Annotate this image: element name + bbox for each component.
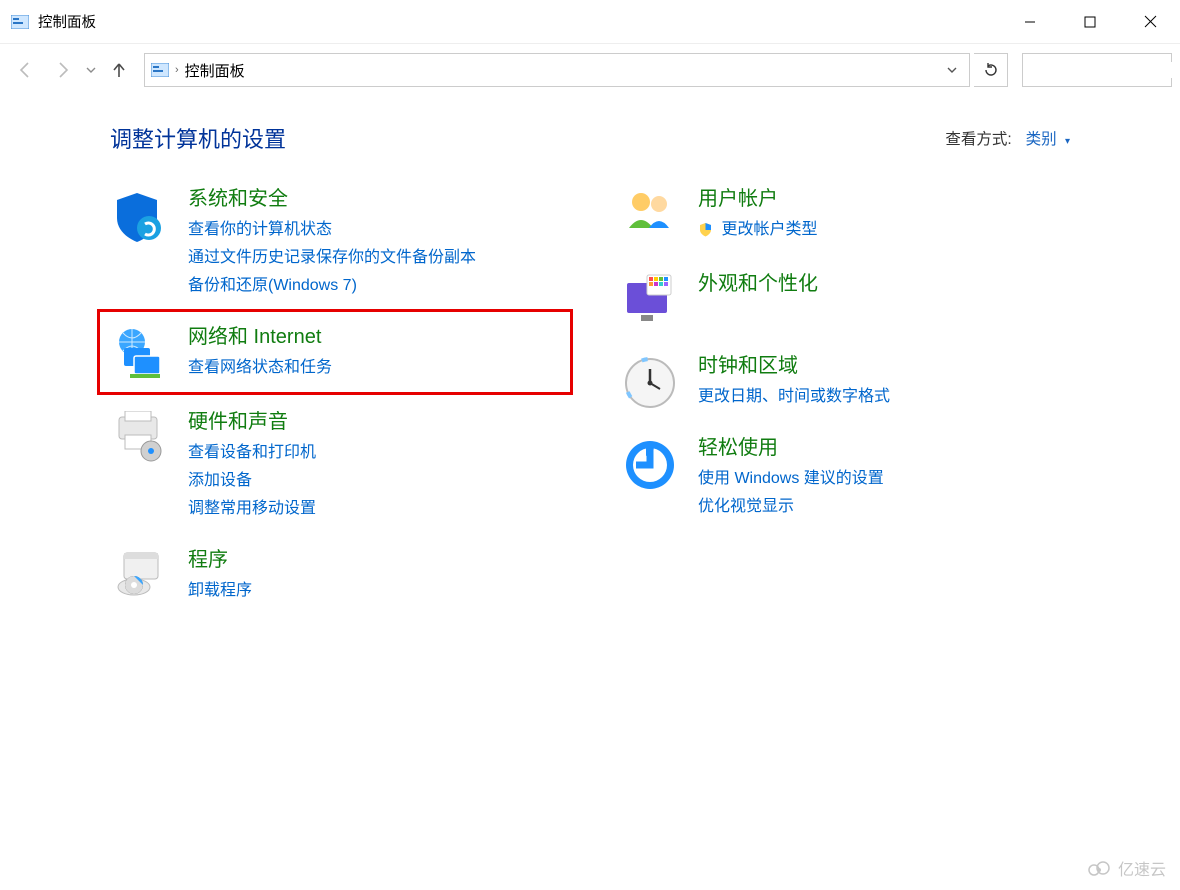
category-title[interactable]: 轻松使用 [698, 435, 1072, 461]
category-programs[interactable]: 程序 卸载程序 [100, 535, 570, 617]
category-title[interactable]: 程序 [188, 547, 562, 573]
categories: 系统和安全 查看你的计算机状态 通过文件历史记录保存你的文件备份副本 备份和还原… [0, 174, 1180, 617]
location-icon [151, 62, 169, 78]
category-link[interactable]: 添加设备 [188, 467, 562, 495]
address-dropdown-button[interactable] [941, 62, 963, 78]
category-link[interactable]: 通过文件历史记录保存你的文件备份副本 [188, 244, 562, 272]
appearance-icon [618, 269, 682, 329]
ease-of-access-icon [618, 433, 682, 493]
category-title[interactable]: 用户帐户 [698, 186, 1072, 212]
category-link[interactable]: 使用 Windows 建议的设置 [698, 465, 1072, 493]
refresh-button[interactable] [974, 53, 1008, 87]
category-system-security[interactable]: 系统和安全 查看你的计算机状态 通过文件历史记录保存你的文件备份副本 备份和还原… [100, 174, 570, 312]
breadcrumb-separator-icon: › [175, 64, 179, 76]
category-clock-region[interactable]: 时钟和区域 更改日期、时间或数字格式 [610, 341, 1080, 423]
category-appearance[interactable]: 外观和个性化 [610, 259, 1080, 341]
category-link[interactable]: 查看网络状态和任务 [188, 354, 562, 382]
page-title: 调整计算机的设置 [110, 122, 286, 154]
category-ease-of-access[interactable]: 轻松使用 使用 Windows 建议的设置 优化视觉显示 [610, 423, 1080, 533]
viewby-selector[interactable]: 类别 ▾ [1026, 127, 1070, 149]
category-link[interactable]: 优化视觉显示 [698, 493, 1072, 521]
category-title[interactable]: 时钟和区域 [698, 353, 1072, 379]
category-title[interactable]: 网络和 Internet [188, 324, 562, 350]
close-button[interactable] [1120, 0, 1180, 43]
chevron-down-icon: ▾ [1065, 136, 1070, 147]
window-title: 控制面板 [38, 11, 96, 32]
category-link[interactable]: 调整常用移动设置 [188, 495, 562, 523]
watermark-text: 亿速云 [1118, 856, 1166, 880]
breadcrumb-location[interactable]: 控制面板 [185, 60, 245, 81]
shield-icon [108, 184, 172, 244]
category-title[interactable]: 外观和个性化 [698, 271, 1072, 297]
category-hardware-sound[interactable]: 硬件和声音 查看设备和打印机 添加设备 调整常用移动设置 [100, 397, 570, 535]
search-input[interactable] [1031, 62, 1180, 78]
viewby-label: 查看方式: [945, 127, 1011, 149]
address-bar[interactable]: › 控制面板 [144, 53, 970, 87]
category-title[interactable]: 系统和安全 [188, 186, 562, 212]
viewby-value: 类别 [1026, 131, 1057, 148]
titlebar: 控制面板 [0, 0, 1180, 44]
users-icon [618, 184, 682, 244]
navigation-toolbar: › 控制面板 [0, 44, 1180, 96]
category-user-accounts[interactable]: 用户帐户 更改帐户类型 [610, 174, 1080, 259]
minimize-button[interactable] [1000, 0, 1060, 43]
categories-left-column: 系统和安全 查看你的计算机状态 通过文件历史记录保存你的文件备份副本 备份和还原… [100, 174, 570, 617]
category-link-text: 更改帐户类型 [721, 221, 817, 238]
recent-locations-button[interactable] [84, 65, 98, 75]
category-link[interactable]: 更改日期、时间或数字格式 [698, 383, 1072, 411]
watermark: 亿速云 [1088, 856, 1166, 880]
control-panel-icon [10, 14, 30, 30]
category-link[interactable]: 备份和还原(Windows 7) [188, 272, 562, 300]
uac-shield-icon [698, 224, 717, 241]
maximize-button[interactable] [1060, 0, 1120, 43]
forward-button[interactable] [46, 53, 80, 87]
category-link[interactable]: 更改帐户类型 [698, 216, 1072, 247]
categories-right-column: 用户帐户 更改帐户类型 [610, 174, 1080, 617]
category-link[interactable]: 查看设备和打印机 [188, 439, 562, 467]
window-controls [1000, 0, 1180, 43]
page-header: 调整计算机的设置 查看方式: 类别 ▾ [0, 96, 1180, 174]
search-box[interactable] [1022, 53, 1172, 87]
globe-network-icon [108, 322, 172, 382]
printer-icon [108, 407, 172, 467]
up-button[interactable] [102, 53, 136, 87]
category-link[interactable]: 查看你的计算机状态 [188, 216, 562, 244]
category-title[interactable]: 硬件和声音 [188, 409, 562, 435]
clock-icon [618, 351, 682, 411]
back-button[interactable] [8, 53, 42, 87]
programs-icon [108, 545, 172, 605]
category-link[interactable]: 卸载程序 [188, 577, 562, 605]
category-network-internet[interactable]: 网络和 Internet 查看网络状态和任务 [97, 309, 573, 395]
